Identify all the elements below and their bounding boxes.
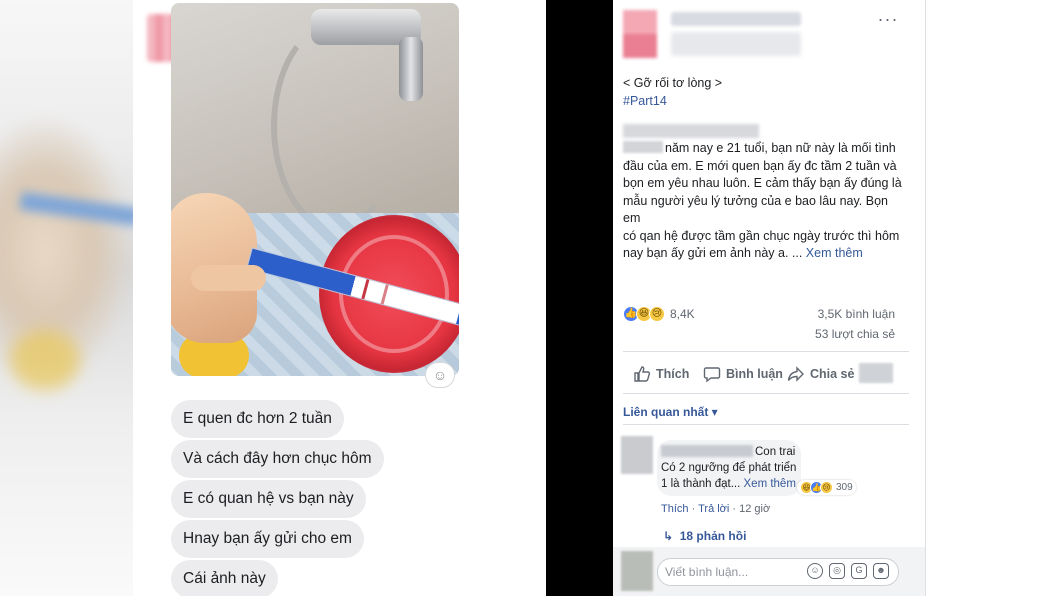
- test-line: [361, 279, 370, 300]
- page-name-redacted[interactable]: [671, 12, 801, 26]
- photo-faucet-spout: [399, 37, 423, 101]
- comment-sort-dropdown[interactable]: Liên quan nhất ▾: [623, 405, 718, 419]
- comments-count[interactable]: 3,5K bình luận: [818, 307, 895, 321]
- comment-text: 1 là thành đạt... Xem thêm: [661, 478, 796, 490]
- comment-icon: [703, 367, 721, 383]
- blurred-background-left: [0, 0, 133, 596]
- commenter-name-redacted[interactable]: [661, 445, 753, 457]
- comment-like-link[interactable]: Thích: [661, 503, 689, 515]
- see-more-link[interactable]: Xem thêm: [744, 478, 796, 490]
- share-button[interactable]: Chia sẻ: [787, 363, 854, 385]
- chat-message-bubble: Hnay bạn ấy gửi cho em: [171, 520, 364, 558]
- post-body-line: năm nay e 21 tuổi, bạn nữ này là mối tìn…: [623, 140, 908, 158]
- reply-arrow-icon: ↳: [663, 529, 674, 543]
- sticker-icon[interactable]: ☻: [873, 563, 889, 579]
- chat-message-bubble: Và cách đây hơn chục hôm: [171, 440, 384, 478]
- text-fragment: Chia sẻ: [810, 367, 855, 381]
- camera-icon[interactable]: ◎: [829, 563, 845, 579]
- chat-message-bubble: Cái ảnh này: [171, 560, 278, 596]
- composer-tools: ☺ ◎ G ☻: [807, 563, 889, 579]
- text-fragment: Bình luận: [726, 367, 783, 381]
- sad-reaction-icon: 😢: [820, 481, 833, 494]
- comment-reaction-count: 309: [836, 482, 853, 493]
- text-fragment: 1 là thành đạt...: [661, 478, 741, 490]
- reaction-summary[interactable]: 👍 😆 😢 8,4K: [623, 304, 695, 324]
- avatar: [621, 551, 653, 591]
- like-button[interactable]: Thích: [633, 363, 689, 385]
- facebook-post: ··· < Gỡ rối tơ lòng > #Part14 năm nay e…: [613, 0, 926, 596]
- text-fragment: 18 phản hồi: [679, 529, 747, 543]
- chat-message-bubble: E quen đc hơn 2 tuần: [171, 400, 344, 438]
- see-more-link[interactable]: Xem thêm: [806, 246, 863, 260]
- pregnancy-test-photo[interactable]: [171, 3, 459, 376]
- post-body-line: bọn em yêu nhau luôn. E cảm thấy bạn ấy …: [623, 176, 902, 190]
- chat-screenshot: ☺ E quen đc hơn 2 tuần Và cách đây hơn c…: [133, 0, 546, 596]
- more-options-icon[interactable]: ···: [875, 10, 901, 32]
- post-title: < Gỡ rối tơ lòng >: [623, 76, 723, 90]
- gif-icon[interactable]: G: [851, 563, 867, 579]
- divider: [623, 393, 909, 394]
- view-replies-link[interactable]: ↳ 18 phản hồi: [663, 529, 746, 543]
- text-fragment: năm nay e 21 tuổi, bạn nữ này là mối tìn…: [665, 141, 896, 155]
- post-body-line: mẫu người yêu lý tưởng của e bao lâu nay…: [623, 193, 888, 226]
- divider: [623, 424, 909, 425]
- comment-meta: Thích · Trả lời · 12 giờ: [661, 503, 771, 515]
- text-fragment: nay bạn ấy gửi em ảnh này a. ...: [623, 246, 803, 260]
- share-as-avatar[interactable]: [859, 363, 893, 383]
- avatar[interactable]: [623, 10, 657, 58]
- post-body-line: có qan hệ được tầm gần chục ngày trước t…: [623, 228, 900, 243]
- redacted-text: [623, 141, 663, 153]
- test-line: [380, 284, 389, 305]
- comment-text: Con trai: [755, 446, 796, 458]
- comment-text: Có 2 ngưỡng để phát triển: [661, 462, 797, 474]
- comment-button[interactable]: Bình luận: [703, 363, 783, 385]
- chat-message-bubble: E có quan hệ vs bạn này: [171, 480, 366, 518]
- hashtag-link[interactable]: #Part14: [623, 94, 667, 108]
- comment-reactions[interactable]: 😆 👍 😢 309: [797, 480, 856, 495]
- photo-hose: [271, 21, 401, 231]
- thumbs-up-icon: [634, 366, 651, 382]
- black-divider: [546, 0, 613, 596]
- add-reaction-icon[interactable]: ☺: [425, 362, 455, 388]
- background-right: [926, 0, 1060, 596]
- reaction-count: 8,4K: [670, 307, 695, 321]
- shares-count[interactable]: 53 lượt chia sẻ: [815, 327, 895, 341]
- share-icon: [787, 366, 804, 382]
- divider: [623, 351, 909, 352]
- blur-blob: [10, 330, 80, 390]
- avatar[interactable]: [621, 436, 653, 474]
- post-body-line: nay bạn ấy gửi em ảnh này a. ... Xem thê…: [623, 245, 908, 263]
- post-body-line: đầu của em. E mới quen bạn ấy đc tầm 2 t…: [623, 158, 897, 173]
- comment-reply-link[interactable]: Trả lời: [698, 503, 729, 515]
- sad-reaction-icon: 😢: [649, 306, 665, 322]
- post-meta-redacted: [671, 32, 801, 56]
- emoji-icon[interactable]: ☺: [807, 563, 823, 579]
- comment-input-placeholder[interactable]: Viết bình luận...: [665, 565, 748, 579]
- comment-time: 12 giờ: [739, 503, 771, 515]
- redacted-text: [623, 124, 759, 138]
- text-fragment: Thích: [656, 367, 690, 381]
- post-body: năm nay e 21 tuổi, bạn nữ này là mối tìn…: [623, 140, 908, 263]
- photo-finger: [191, 265, 266, 291]
